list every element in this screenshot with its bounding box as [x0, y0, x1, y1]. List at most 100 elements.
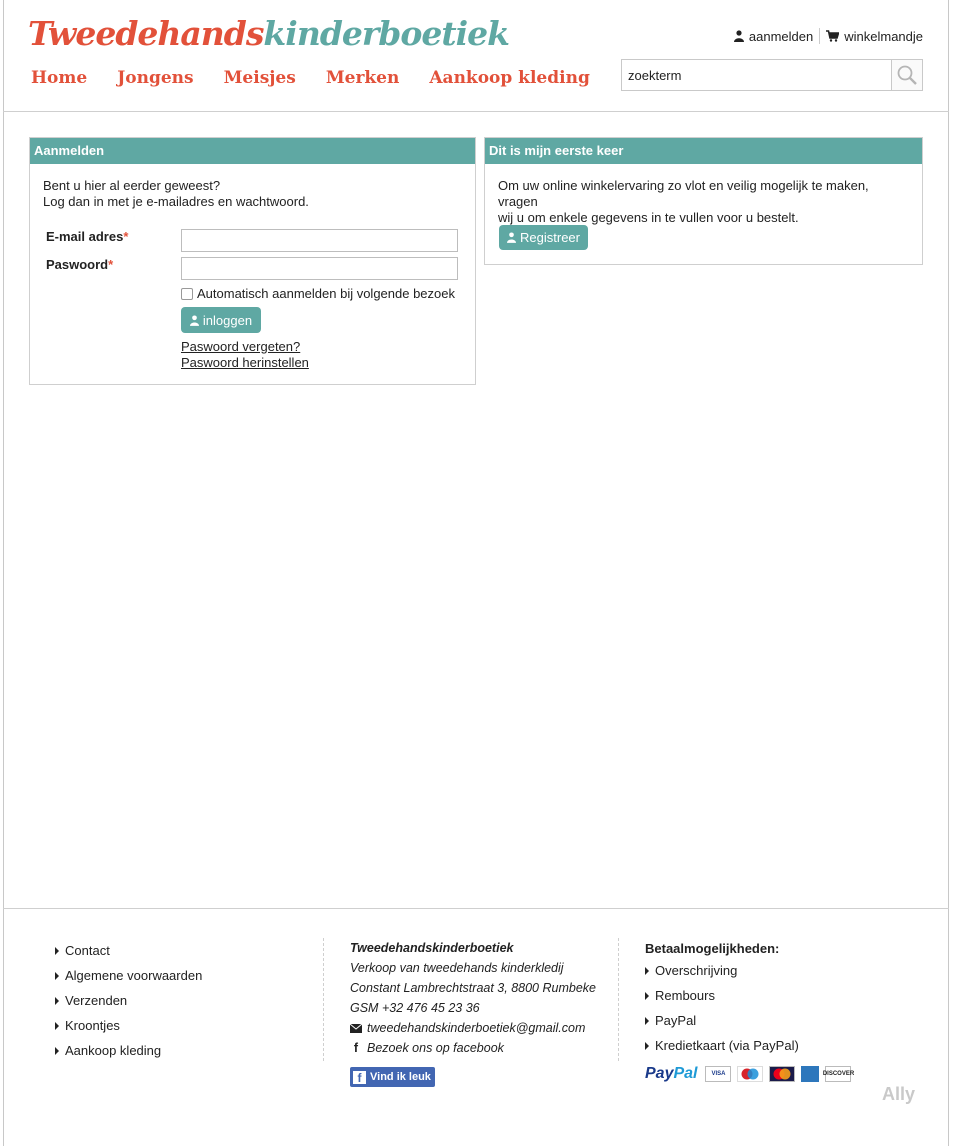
header-divider: [3, 111, 949, 112]
payment-method[interactable]: Overschrijving: [645, 958, 799, 983]
reset-password-link[interactable]: Paswoord herinstellen: [181, 355, 309, 370]
mastercard-logo: [769, 1066, 796, 1082]
search-input[interactable]: [622, 60, 891, 90]
company-address: Constant Lambrechtstraat 3, 8800 Rumbeke: [350, 981, 596, 995]
required-mark: *: [123, 229, 129, 244]
payment-logos: PayPal VISA DISCOVER: [645, 1065, 855, 1083]
payment-method-label: Rembours: [655, 988, 715, 1003]
required-mark: *: [108, 257, 114, 272]
remember-me-checkbox[interactable]: [181, 287, 193, 300]
caret-right-icon: [55, 946, 59, 955]
discover-logo-text: DISCOVER: [822, 1071, 855, 1077]
footer-link-contact[interactable]: Contact: [55, 938, 202, 963]
footer-column-divider: [323, 938, 324, 1061]
user-icon: [189, 314, 199, 326]
nav-meisjes[interactable]: Meisjes: [224, 68, 296, 88]
nav-jongens[interactable]: Jongens: [117, 68, 193, 88]
facebook-link-text: Bezoek ons op facebook: [367, 1041, 504, 1055]
remember-me: Automatisch aanmelden bij volgende bezoe…: [181, 286, 455, 301]
site-logo[interactable]: Tweedehandskinderboetiek: [28, 14, 510, 53]
nav-aankoop-kleding[interactable]: Aankoop kleding: [429, 68, 589, 88]
login-intro-line-2: Log dan in met je e-mailadres en wachtwo…: [43, 194, 309, 209]
footer-link-label: Contact: [65, 943, 110, 958]
caret-right-icon: [645, 1041, 649, 1050]
main-nav: Home Jongens Meisjes Merken Aankoop kled…: [31, 68, 590, 88]
mastercard-circles-icon: [773, 1068, 791, 1080]
footer-link-aankoop-kleding[interactable]: Aankoop kleding: [55, 1038, 202, 1063]
payment-methods: Overschrijving Rembours PayPal Kredietka…: [645, 958, 799, 1058]
email-label: E-mail adres*: [46, 229, 128, 244]
payment-method[interactable]: Rembours: [645, 983, 799, 1008]
login-link-label: aanmelden: [748, 28, 814, 44]
payment-method-label: Kredietkaart (via PayPal): [655, 1038, 799, 1053]
footer-divider: [3, 908, 949, 909]
footer-link-label: Verzenden: [65, 993, 128, 1008]
maestro-logo: [737, 1066, 764, 1082]
user-icon: [733, 30, 744, 42]
footer-link-terms[interactable]: Algemene voorwaarden: [55, 963, 202, 988]
register-panel: Dit is mijn eerste keer Om uw online win…: [484, 137, 923, 265]
facebook-like-label: Vind ik leuk: [370, 1071, 431, 1083]
envelope-icon: [350, 1023, 362, 1033]
caret-right-icon: [645, 966, 649, 975]
login-intro: Bent u hier al eerder geweest? Log dan i…: [30, 164, 475, 224]
register-button-label: Registreer: [520, 230, 580, 245]
register-text-line-1: Om uw online winkelervaring zo vlot en v…: [498, 178, 869, 209]
divider: [819, 28, 821, 44]
cart-link-label: winkelmandje: [844, 28, 923, 44]
login-button[interactable]: inloggen: [181, 307, 261, 333]
login-panel-title: Aanmelden: [30, 138, 475, 164]
visa-logo-text: VISA: [711, 1071, 726, 1077]
login-link[interactable]: aanmelden: [733, 28, 814, 44]
ally-logo[interactable]: Ally: [882, 1084, 915, 1105]
facebook-icon: f: [353, 1041, 359, 1055]
payment-method[interactable]: PayPal: [645, 1008, 799, 1033]
login-intro-line-1: Bent u hier al eerder geweest?: [43, 178, 221, 193]
company-description: Verkoop van tweedehands kinderkledij: [350, 961, 564, 975]
payment-method-label: Overschrijving: [655, 963, 738, 978]
facebook-link[interactable]: f Bezoek ons op facebook: [350, 1038, 596, 1058]
caret-right-icon: [55, 971, 59, 980]
logo-part-1: Tweedehands: [28, 14, 264, 53]
login-button-label: inloggen: [202, 312, 253, 328]
payment-method[interactable]: Kredietkaart (via PayPal): [645, 1033, 799, 1058]
nav-merken[interactable]: Merken: [326, 68, 400, 88]
caret-right-icon: [645, 1016, 649, 1025]
password-label: Paswoord*: [46, 257, 113, 272]
cart-icon: [826, 30, 840, 42]
caret-right-icon: [55, 996, 59, 1005]
search-box: [621, 59, 923, 91]
nav-home[interactable]: Home: [31, 68, 87, 88]
footer-link-kroontjes[interactable]: Kroontjes: [55, 1013, 202, 1038]
register-text-line-2: wij u om enkele gegevens in te vullen vo…: [498, 210, 799, 225]
caret-right-icon: [55, 1046, 59, 1055]
footer-company: Tweedehandskinderboetiek Verkoop van twe…: [350, 938, 596, 1058]
discover-logo: DISCOVER: [822, 1066, 855, 1082]
email-field[interactable]: [181, 229, 458, 252]
maestro-circles-icon: [741, 1068, 759, 1080]
password-label-text: Paswoord: [46, 257, 109, 272]
user-icon: [507, 232, 517, 243]
footer-link-shipping[interactable]: Verzenden: [55, 988, 202, 1013]
password-field[interactable]: [181, 257, 458, 280]
forgot-password-link[interactable]: Paswoord vergeten?: [181, 339, 300, 354]
search-button[interactable]: [891, 60, 922, 90]
amex-logo: [801, 1066, 820, 1082]
search-icon: [897, 65, 917, 85]
cart-link[interactable]: winkelmandje: [826, 29, 923, 44]
register-button[interactable]: Registreer: [499, 225, 588, 250]
company-email[interactable]: tweedehandskinderboetiek@gmail.com: [350, 1018, 596, 1038]
company-name: Tweedehandskinderboetiek: [350, 941, 514, 955]
account-bar: aanmelden winkelmandje: [733, 28, 923, 44]
paypal-logo-part-1: Pay: [645, 1065, 674, 1082]
remember-me-label: Automatisch aanmelden bij volgende bezoe…: [197, 286, 456, 301]
paypal-logo: PayPal: [645, 1065, 697, 1083]
facebook-like-button[interactable]: f Vind ik leuk: [350, 1067, 435, 1087]
footer-payment: Betaalmogelijkheden: Overschrijving Remb…: [645, 938, 799, 1058]
paypal-logo-part-2: Pal: [673, 1065, 698, 1082]
visa-logo: VISA: [705, 1066, 732, 1082]
caret-right-icon: [645, 991, 649, 1000]
footer-link-label: Aankoop kleding: [65, 1043, 162, 1058]
logo-part-2: kinderboetiek: [263, 14, 510, 53]
payment-title: Betaalmogelijkheden:: [645, 940, 780, 956]
